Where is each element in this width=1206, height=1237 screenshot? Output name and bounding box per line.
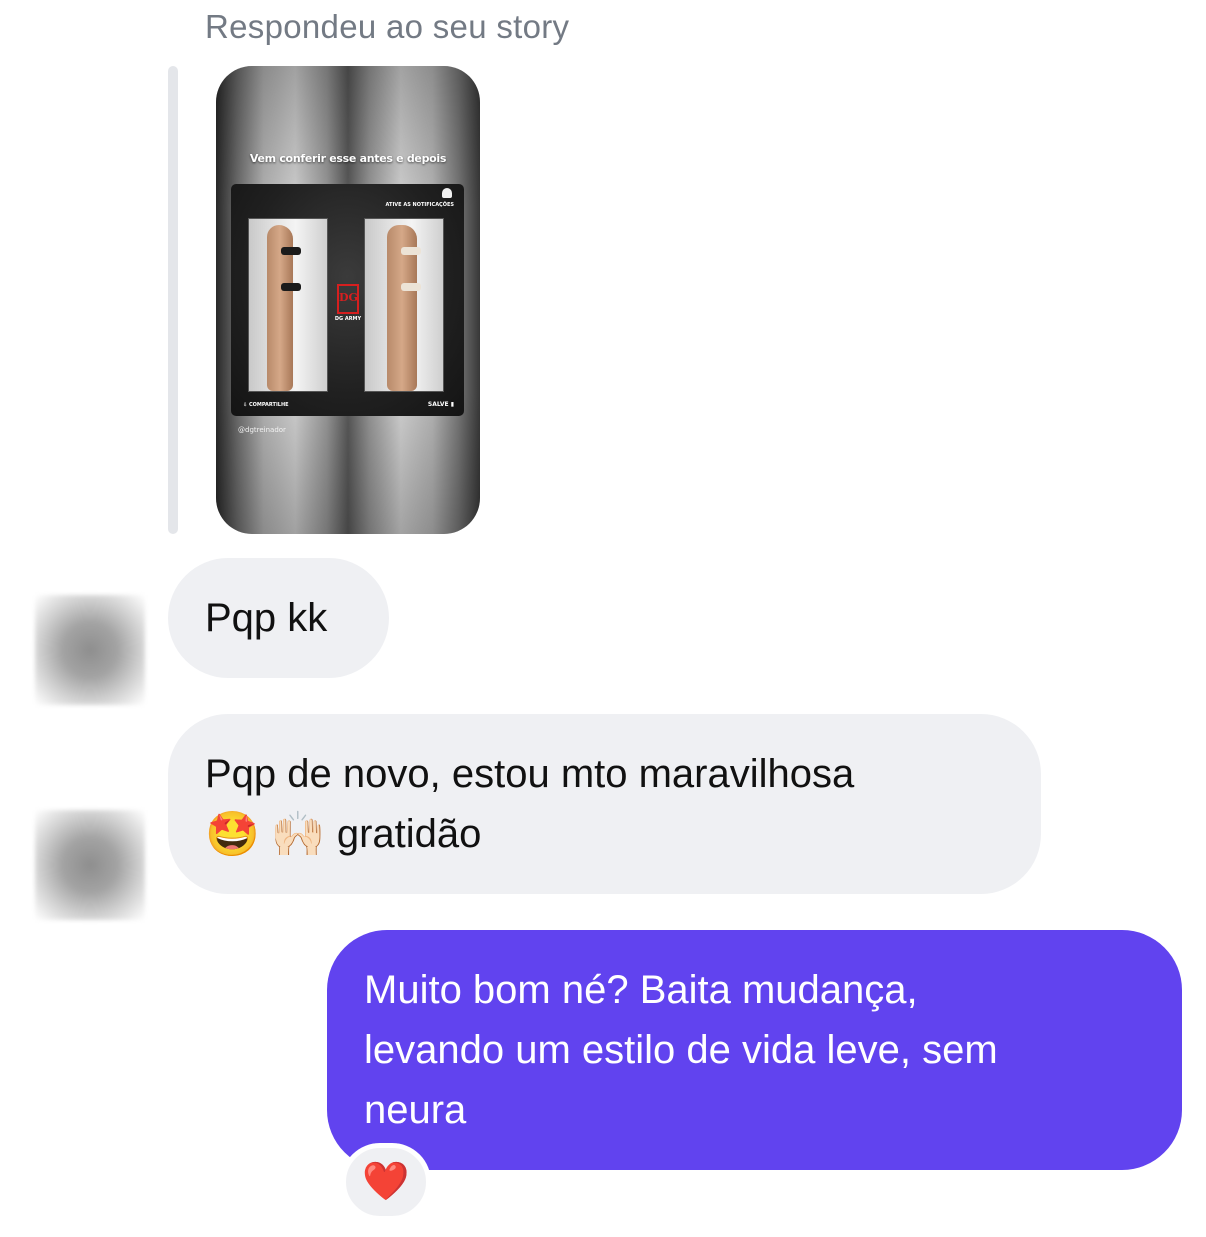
- story-notification-text: ATIVE AS NOTIFICAÇÕES: [385, 202, 454, 208]
- message-text: levando um estilo de vida leve, sem: [364, 1028, 998, 1072]
- save-label: SALVE ▮: [428, 401, 454, 408]
- sender-avatar[interactable]: [35, 595, 145, 705]
- reply-quote-bar: [168, 66, 178, 534]
- bikini-top: [281, 247, 301, 255]
- reply-context-label: Respondeu ao seu story: [205, 8, 570, 45]
- story-before-after-card: ATIVE AS NOTIFICAÇÕES DG DG ARMY ⇩ COMPA…: [231, 184, 464, 416]
- brand-logo: DG: [337, 284, 359, 314]
- bikini-top: [401, 247, 421, 255]
- message-bubble-incoming[interactable]: Pqp de novo, estou mto maravilhosa 🤩 🙌🏻 …: [168, 714, 1041, 894]
- message-text: Pqp kk: [205, 596, 328, 640]
- message-bubble-incoming[interactable]: Pqp kk: [168, 558, 389, 678]
- star-struck-emoji-icon: 🤩: [205, 810, 260, 859]
- save-label-text: SALVE: [427, 401, 449, 408]
- after-figure: [387, 225, 421, 391]
- share-label-text: COMPARTILHE: [248, 402, 289, 408]
- sender-avatar[interactable]: [35, 810, 145, 920]
- message-text: Muito bom né? Baita mudança,: [364, 968, 918, 1012]
- bell-icon: [442, 188, 452, 198]
- message-text: Pqp de novo, estou mto maravilhosa: [205, 752, 855, 796]
- bikini-bottom: [281, 283, 301, 291]
- share-label: ⇩ COMPARTILHE: [243, 402, 289, 408]
- story-headline: Vem conferir esse antes e depois: [249, 152, 447, 165]
- story-handle: @dgtreinador: [238, 426, 286, 434]
- raising-hands-emoji-icon: 🙌🏻: [270, 810, 326, 859]
- message-bubble-outgoing[interactable]: Muito bom né? Baita mudança, levando um …: [327, 930, 1182, 1170]
- brand-name: DG ARMY: [334, 316, 362, 322]
- reaction-badge[interactable]: ❤️: [341, 1143, 431, 1221]
- before-figure: [267, 225, 301, 391]
- message-emoji-line: 🤩 🙌🏻 gratidão: [205, 804, 1011, 865]
- before-photo: [248, 218, 328, 392]
- red-heart-icon: ❤️: [362, 1161, 410, 1203]
- bikini-bottom: [401, 283, 421, 291]
- message-text: gratidão: [336, 812, 482, 856]
- message-text: neura: [364, 1088, 467, 1132]
- after-photo: [364, 218, 444, 392]
- bookmark-icon: ▮: [450, 401, 454, 408]
- story-preview[interactable]: Vem conferir esse antes e depois ATIVE A…: [216, 66, 480, 534]
